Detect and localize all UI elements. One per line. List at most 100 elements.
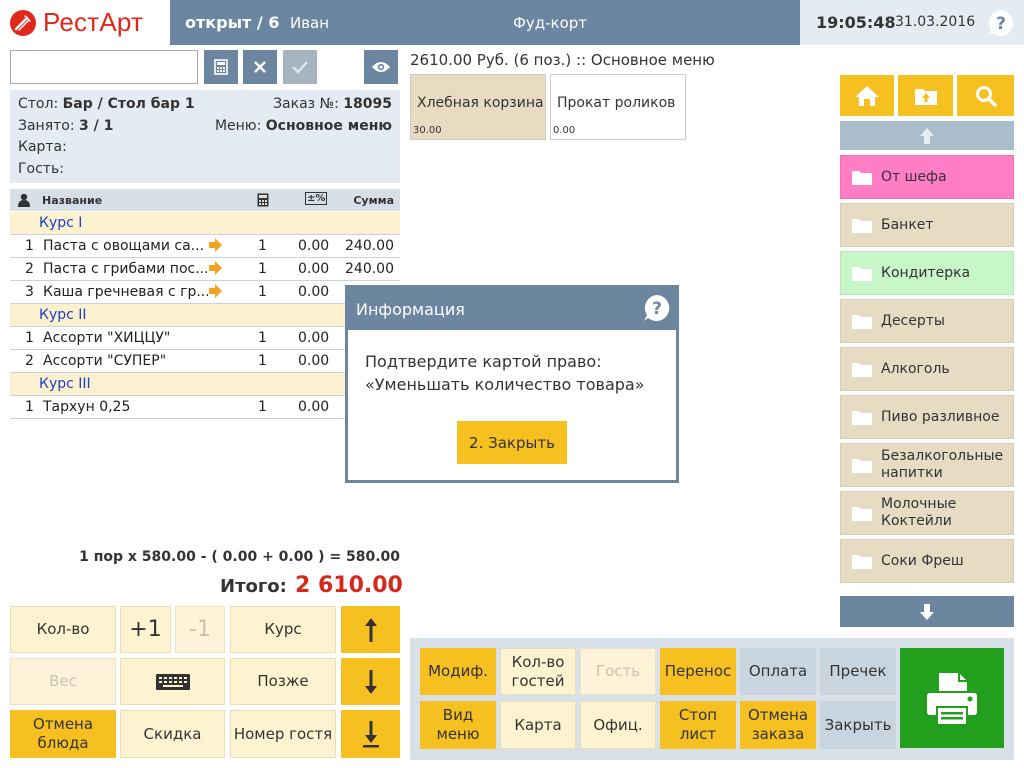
row-discount: 0.00 [298, 238, 330, 254]
category-label: Молочные Коктейли [881, 495, 957, 530]
dialog-help-button[interactable]: ? [642, 293, 672, 323]
category-pastry[interactable]: Кондитерка [840, 251, 1014, 295]
scroll-down-button[interactable] [341, 658, 400, 705]
table-row[interactable]: 3 Каша гречневая с гр... 1 0.00 [10, 281, 400, 304]
transfer-button[interactable]: Перенос [660, 648, 736, 695]
order-number: 18095 [343, 96, 392, 112]
confirm-button[interactable] [283, 50, 317, 84]
svg-text:?: ? [652, 299, 662, 319]
course-row[interactable]: Курс III [10, 373, 400, 396]
quantity-button[interactable]: Кол-во [10, 606, 116, 653]
categories-up-button[interactable] [840, 121, 1014, 150]
precheck-button[interactable]: Пречек [820, 648, 896, 695]
category-label: Пиво разливное [881, 409, 1000, 425]
folder-up-button[interactable] [898, 75, 953, 116]
product-tile[interactable]: Прокат роликов 0.00 [550, 74, 686, 140]
search-input[interactable] [10, 50, 198, 84]
category-alcohol[interactable]: Алкоголь [840, 347, 1014, 391]
row-qty: 1 [258, 238, 267, 254]
folder-icon [852, 410, 872, 425]
dialog-close-button[interactable]: 2. Закрыть [457, 421, 567, 464]
arrow-right-icon [208, 284, 222, 298]
clock-time: 19:05:48 [816, 13, 896, 32]
discount-button[interactable]: Скидка [120, 710, 225, 758]
arrow-down-icon [920, 603, 934, 620]
category-desserts[interactable]: Десерты [840, 299, 1014, 343]
help-button[interactable]: ? [986, 8, 1016, 38]
menu-summary: 2610.00 Руб. (6 поз.) :: Основное меню [410, 51, 715, 69]
waiter-button[interactable]: Офиц. [580, 701, 656, 749]
keyboard-button[interactable] [120, 658, 225, 705]
guest-label: Гость: [18, 161, 64, 177]
table-label: Стол: [18, 96, 59, 112]
payment-button[interactable]: Оплата [740, 648, 816, 695]
course-name: Курс I [39, 215, 83, 231]
row-name: Паста с овощами са... [43, 238, 205, 254]
keyboard-icon [155, 673, 190, 690]
category-fresh-juices[interactable]: Соки Фреш [840, 539, 1014, 583]
view-menu-button[interactable]: Вид меню [420, 701, 496, 749]
calculator-button[interactable] [204, 50, 238, 84]
home-button[interactable] [840, 75, 894, 116]
view-button[interactable] [364, 50, 398, 84]
folder-icon [852, 266, 872, 281]
info-dialog: Информация ? Подтвердите картой право: «… [345, 285, 679, 483]
table-row[interactable]: 1 Ассорти "ХИЦЦУ" 1 0.00 [10, 327, 400, 350]
dialog-header: Информация ? [348, 288, 676, 330]
folder-icon [852, 506, 872, 521]
close-order-button[interactable]: Закрыть [820, 701, 896, 749]
row-discount: 0.00 [298, 399, 330, 415]
folder-icon [852, 554, 872, 569]
eye-icon [372, 62, 390, 72]
weight-button[interactable]: Вес [10, 658, 116, 705]
course-row[interactable]: Курс I [10, 212, 400, 235]
dialog-message: Подтвердите картой право: «Уменьшать кол… [365, 350, 645, 396]
course-row[interactable]: Курс II [10, 304, 400, 327]
minus-one-button[interactable]: -1 [175, 606, 225, 653]
guest-number-button[interactable]: Номер гостя [230, 710, 336, 758]
category-banquet[interactable]: Банкет [840, 203, 1014, 247]
category-label: Безалкогольные напитки [881, 447, 1004, 482]
row-number: 1 [25, 330, 34, 346]
row-name: Каша гречневая с гр... [43, 284, 208, 300]
clear-button[interactable] [243, 50, 277, 84]
category-label: Десерты [881, 313, 945, 329]
table-row[interactable]: 2 Паста с грибами пос... 1 0.00 240.00 [10, 258, 400, 281]
category-milkshakes[interactable]: Молочные Коктейли [840, 491, 1014, 535]
search-button[interactable] [957, 75, 1014, 116]
course-button[interactable]: Курс [230, 606, 336, 653]
cancel-order-label: Отмена заказа [747, 706, 809, 743]
print-button[interactable] [900, 648, 1004, 748]
row-discount: 0.00 [298, 261, 330, 277]
cancel-dish-button[interactable]: Отмена блюда [10, 710, 116, 758]
scroll-bottom-button[interactable] [341, 710, 400, 758]
category-draft-beer[interactable]: Пиво разливное [840, 395, 1014, 439]
menu-label: Меню: [214, 118, 262, 134]
menu-value: Основное меню [265, 118, 392, 134]
guests-count-button[interactable]: Кол-во гостей [500, 648, 576, 695]
order-info-panel: Стол: Бар / Стол бар 1 Заказ №: 18095 За… [10, 90, 400, 183]
svg-text:?: ? [996, 14, 1006, 34]
row-name: Ассорти "СУПЕР" [43, 353, 167, 369]
scroll-up-button[interactable] [341, 606, 400, 653]
table-row[interactable]: 1 Паста с овощами са... 1 0.00 240.00 [10, 235, 400, 258]
modifier-button[interactable]: Модиф. [420, 648, 496, 695]
row-name: Паста с грибами пос... [43, 261, 208, 277]
row-number: 2 [25, 353, 34, 369]
plus-one-button[interactable]: +1 [120, 606, 171, 653]
category-chef[interactable]: От шефа [840, 155, 1014, 199]
categories-down-button[interactable] [840, 596, 1014, 627]
busy-value: 3 / 1 [79, 118, 114, 134]
cancel-order-button[interactable]: Отмена заказа [740, 701, 816, 749]
card-label: Карта: [18, 139, 67, 155]
folder-icon [852, 170, 872, 185]
col-discount: ±% [305, 192, 328, 205]
card-button[interactable]: Карта [500, 701, 576, 749]
table-row[interactable]: 1 Тархун 0,25 1 0.00 [10, 396, 400, 419]
stop-list-button[interactable]: Стоп лист [660, 701, 736, 749]
guest-button[interactable]: Гость [580, 648, 656, 695]
later-button[interactable]: Позже [230, 658, 336, 705]
category-soft-drinks[interactable]: Безалкогольные напитки [840, 443, 1014, 487]
product-tile[interactable]: Хлебная корзина 30.00 [410, 74, 546, 140]
table-row[interactable]: 2 Ассорти "СУПЕР" 1 0.00 [10, 350, 400, 373]
